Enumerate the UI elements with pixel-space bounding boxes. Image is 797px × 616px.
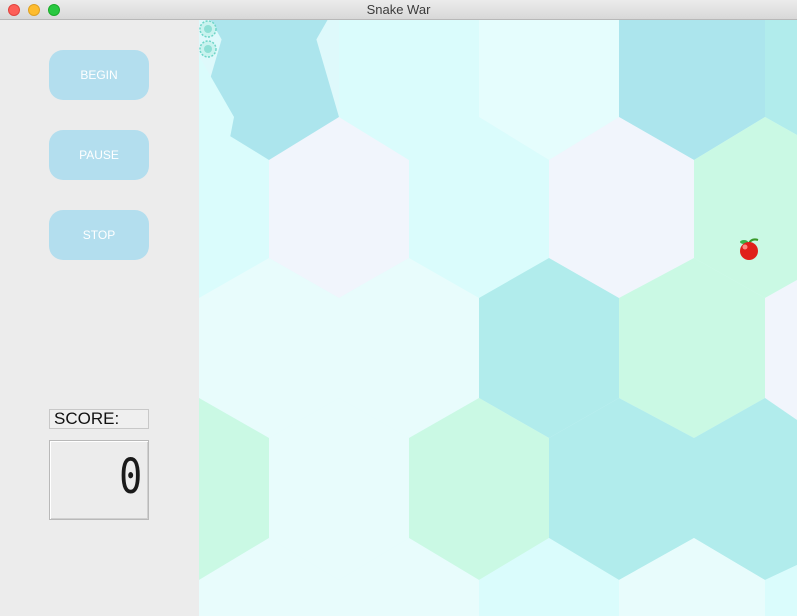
hex-tile	[765, 20, 797, 135]
score-label: SCORE:	[49, 409, 149, 429]
control-panel: BEGIN PAUSE STOP SCORE: 0	[0, 20, 199, 616]
stop-button[interactable]: STOP	[49, 210, 149, 260]
game-board[interactable]	[199, 20, 797, 616]
score-value: 0	[119, 449, 144, 505]
window-titlebar: Snake War	[0, 0, 797, 20]
snake-segment-icon	[199, 20, 217, 38]
snake	[199, 20, 217, 58]
pause-button[interactable]: PAUSE	[49, 130, 149, 180]
snake-segment-icon	[199, 40, 217, 58]
hex-tile	[765, 280, 797, 420]
begin-button[interactable]: BEGIN	[49, 50, 149, 100]
hex-grid	[199, 20, 797, 616]
score-display: 0	[49, 440, 149, 520]
window-title: Snake War	[366, 2, 431, 17]
